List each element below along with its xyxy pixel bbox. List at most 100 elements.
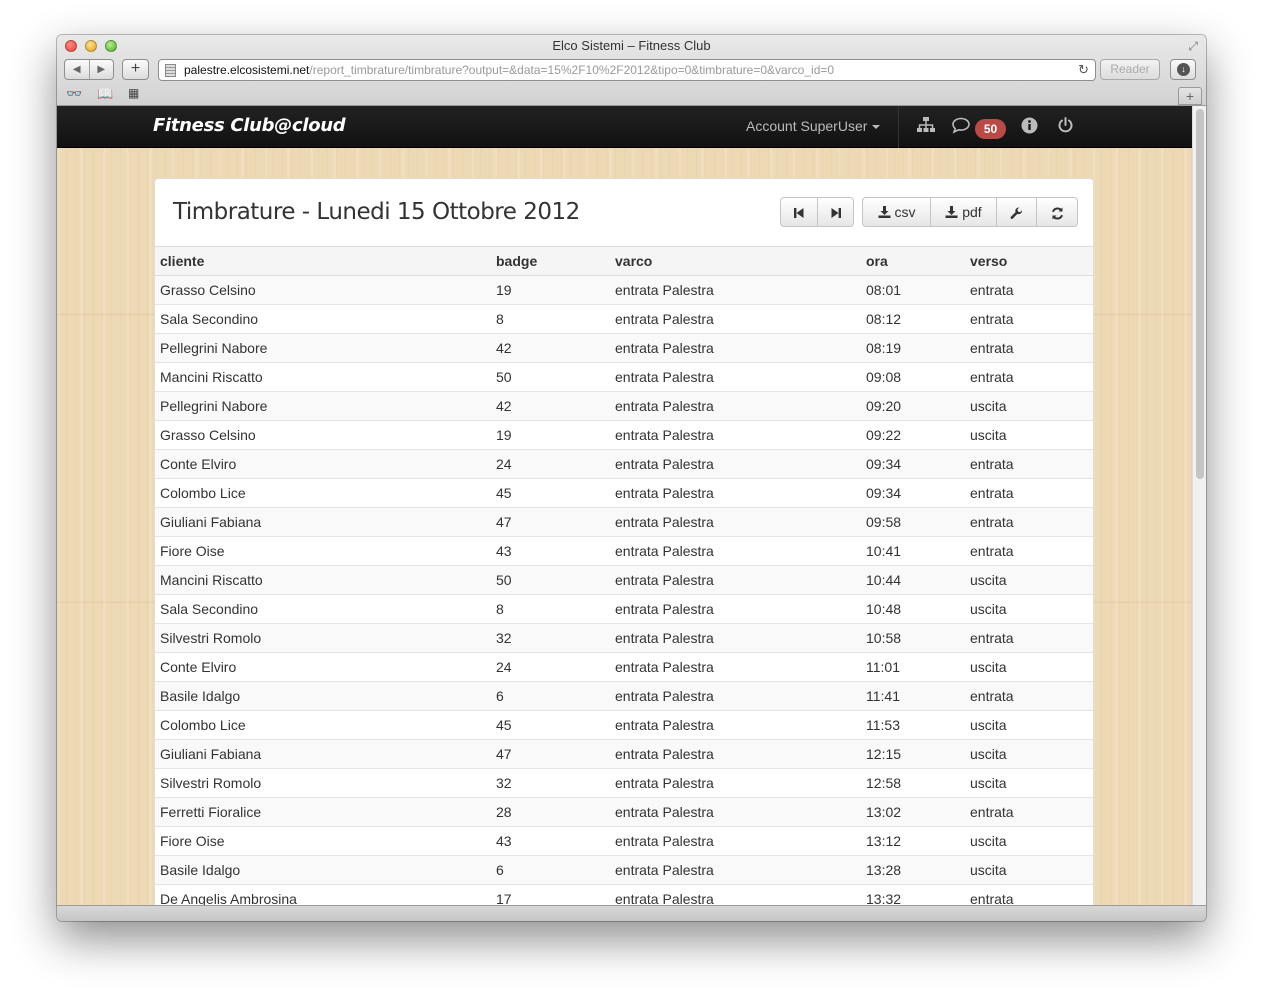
cell-varco: entrata Palestra bbox=[610, 652, 861, 682]
cell-badge: 42 bbox=[491, 333, 610, 363]
comment-icon[interactable] bbox=[951, 117, 971, 139]
table-row[interactable]: Silvestri Romolo 32 entrata Palestra 12:58 u… bbox=[155, 768, 1093, 798]
history-nav: ◀ ▶ bbox=[64, 59, 114, 80]
cell-cliente: De Angelis Ambrosina bbox=[155, 884, 491, 905]
csv-label: csv bbox=[894, 204, 916, 220]
cell-varco: entrata Palestra bbox=[610, 884, 861, 905]
cell-verso: uscita bbox=[965, 652, 1093, 682]
download-icon bbox=[945, 206, 958, 218]
sitemap-icon[interactable] bbox=[917, 117, 935, 138]
cell-varco: entrata Palestra bbox=[610, 768, 861, 798]
cell-badge: 45 bbox=[491, 710, 610, 740]
table-row[interactable]: Mancini Riscatto 50 entrata Palestra 09:08 e… bbox=[155, 362, 1093, 392]
cell-varco: entrata Palestra bbox=[610, 391, 861, 421]
table-row[interactable]: Silvestri Romolo 32 entrata Palestra 10:58 e… bbox=[155, 623, 1093, 653]
cell-verso: entrata bbox=[965, 449, 1093, 479]
forward-arrow-icon[interactable]: ▶ bbox=[88, 60, 114, 79]
cell-cliente: Colombo Lice bbox=[155, 710, 491, 740]
table-row[interactable]: Grasso Celsino 19 entrata Palestra 09:22 usc… bbox=[155, 420, 1093, 450]
cell-badge: 43 bbox=[491, 826, 610, 856]
messages-count-badge[interactable]: 50 bbox=[975, 119, 1006, 139]
table-row[interactable]: Pellegrini Nabore 42 entrata Palestra 09:20… bbox=[155, 391, 1093, 421]
export-pdf-button[interactable]: pdf bbox=[930, 198, 996, 226]
table-row[interactable]: De Angelis Ambrosina 17 entrata Palestra 13… bbox=[155, 884, 1093, 905]
table-header-row: cliente badge varco ora verso bbox=[155, 246, 1093, 276]
next-day-button[interactable] bbox=[817, 198, 853, 226]
reload-icon[interactable]: ↻ bbox=[1078, 60, 1089, 80]
table-row[interactable]: Basile Idalgo 6 entrata Palestra 13:28 uscit… bbox=[155, 855, 1093, 885]
info-icon[interactable] bbox=[1021, 117, 1038, 139]
top-sites-grid-icon[interactable]: ▦ bbox=[128, 86, 139, 100]
cell-cliente: Conte Elviro bbox=[155, 652, 491, 682]
cell-verso: uscita bbox=[965, 739, 1093, 769]
refresh-button[interactable] bbox=[1036, 198, 1077, 226]
previous-day-button[interactable] bbox=[781, 198, 817, 226]
cell-ora: 13:02 bbox=[861, 797, 965, 827]
cell-verso: uscita bbox=[965, 594, 1093, 624]
table-row[interactable]: Sala Secondino 8 entrata Palestra 10:48 usci… bbox=[155, 594, 1093, 624]
nav-divider bbox=[898, 106, 899, 148]
cell-cliente: Fiore Oise bbox=[155, 536, 491, 566]
cell-ora: 12:15 bbox=[861, 739, 965, 769]
table-row[interactable]: Giuliani Fabiana 47 entrata Palestra 12:15 u… bbox=[155, 739, 1093, 769]
back-arrow-icon[interactable]: ◀ bbox=[65, 60, 89, 79]
window-title: Elco Sistemi – Fitness Club bbox=[552, 38, 711, 53]
table-row[interactable]: Colombo Lice 45 entrata Palestra 09:34 entra… bbox=[155, 478, 1093, 508]
power-icon[interactable] bbox=[1057, 117, 1074, 139]
cell-cliente: Pellegrini Nabore bbox=[155, 333, 491, 363]
table-row[interactable]: Pellegrini Nabore 42 entrata Palestra 08:19… bbox=[155, 333, 1093, 363]
cell-verso: entrata bbox=[965, 478, 1093, 508]
cell-cliente: Silvestri Romolo bbox=[155, 623, 491, 653]
column-header-ora[interactable]: ora bbox=[861, 246, 965, 276]
downloads-button[interactable]: ↓ bbox=[1170, 59, 1196, 80]
address-bar[interactable]: palestre.elcosistemi.net/report_timbratu… bbox=[158, 59, 1096, 81]
table-row[interactable]: Grasso Celsino 19 entrata Palestra 08:01 ent… bbox=[155, 275, 1093, 305]
table-row[interactable]: Sala Secondino 8 entrata Palestra 08:12 entr… bbox=[155, 304, 1093, 334]
cell-badge: 50 bbox=[491, 565, 610, 595]
cell-cliente: Conte Elviro bbox=[155, 449, 491, 479]
cell-badge: 43 bbox=[491, 536, 610, 566]
cell-cliente: Ferretti Fioralice bbox=[155, 797, 491, 827]
brand-logo[interactable]: Fitness Club@cloud bbox=[153, 115, 346, 136]
column-header-cliente[interactable]: cliente bbox=[155, 246, 491, 276]
fullscreen-icon[interactable]: ⤢ bbox=[1188, 39, 1198, 54]
reader-button[interactable]: Reader bbox=[1100, 59, 1160, 80]
table-row[interactable]: Fiore Oise 43 entrata Palestra 13:12 uscita bbox=[155, 826, 1093, 856]
table-row[interactable]: Mancini Riscatto 50 entrata Palestra 10:44 u… bbox=[155, 565, 1093, 595]
step-forward-icon bbox=[831, 208, 841, 219]
cell-varco: entrata Palestra bbox=[610, 362, 861, 392]
account-dropdown[interactable]: Account SuperUser bbox=[746, 118, 881, 134]
cell-badge: 6 bbox=[491, 855, 610, 885]
reading-list-icon[interactable]: 👓 bbox=[66, 86, 82, 102]
settings-wrench-button[interactable] bbox=[996, 198, 1036, 226]
column-header-badge[interactable]: badge bbox=[491, 246, 610, 276]
cell-ora: 09:34 bbox=[861, 478, 965, 508]
new-tab-button[interactable]: + bbox=[1178, 87, 1202, 105]
scrollbar-thumb[interactable] bbox=[1196, 109, 1204, 479]
table-row[interactable]: Colombo Lice 45 entrata Palestra 11:53 uscit… bbox=[155, 710, 1093, 740]
cell-ora: 08:19 bbox=[861, 333, 965, 363]
column-header-verso[interactable]: verso bbox=[965, 246, 1093, 276]
cell-verso: entrata bbox=[965, 362, 1093, 392]
column-header-varco[interactable]: varco bbox=[610, 246, 861, 276]
cell-verso: entrata bbox=[965, 623, 1093, 653]
cell-ora: 11:41 bbox=[861, 681, 965, 711]
cell-varco: entrata Palestra bbox=[610, 536, 861, 566]
cell-badge: 17 bbox=[491, 884, 610, 905]
export-csv-button[interactable]: csv bbox=[863, 198, 930, 226]
bookmarks-book-icon[interactable]: 📖 bbox=[97, 86, 113, 102]
table-row[interactable]: Giuliani Fabiana 47 entrata Palestra 09:58 e… bbox=[155, 507, 1093, 537]
cell-badge: 28 bbox=[491, 797, 610, 827]
table-row[interactable]: Ferretti Fioralice 28 entrata Palestra 13:0… bbox=[155, 797, 1093, 827]
table-row[interactable]: Basile Idalgo 6 entrata Palestra 11:41 entra… bbox=[155, 681, 1093, 711]
page-scrollbar[interactable] bbox=[1192, 106, 1206, 905]
table-row[interactable]: Conte Elviro 24 entrata Palestra 09:34 entra… bbox=[155, 449, 1093, 479]
cell-badge: 24 bbox=[491, 449, 610, 479]
cell-verso: entrata bbox=[965, 275, 1093, 305]
add-bookmark-button[interactable]: + bbox=[122, 59, 149, 80]
table-row[interactable]: Fiore Oise 43 entrata Palestra 10:41 entrata bbox=[155, 536, 1093, 566]
cell-varco: entrata Palestra bbox=[610, 681, 861, 711]
cell-verso: uscita bbox=[965, 565, 1093, 595]
table-row[interactable]: Conte Elviro 24 entrata Palestra 11:01 uscit… bbox=[155, 652, 1093, 682]
cell-varco: entrata Palestra bbox=[610, 507, 861, 537]
